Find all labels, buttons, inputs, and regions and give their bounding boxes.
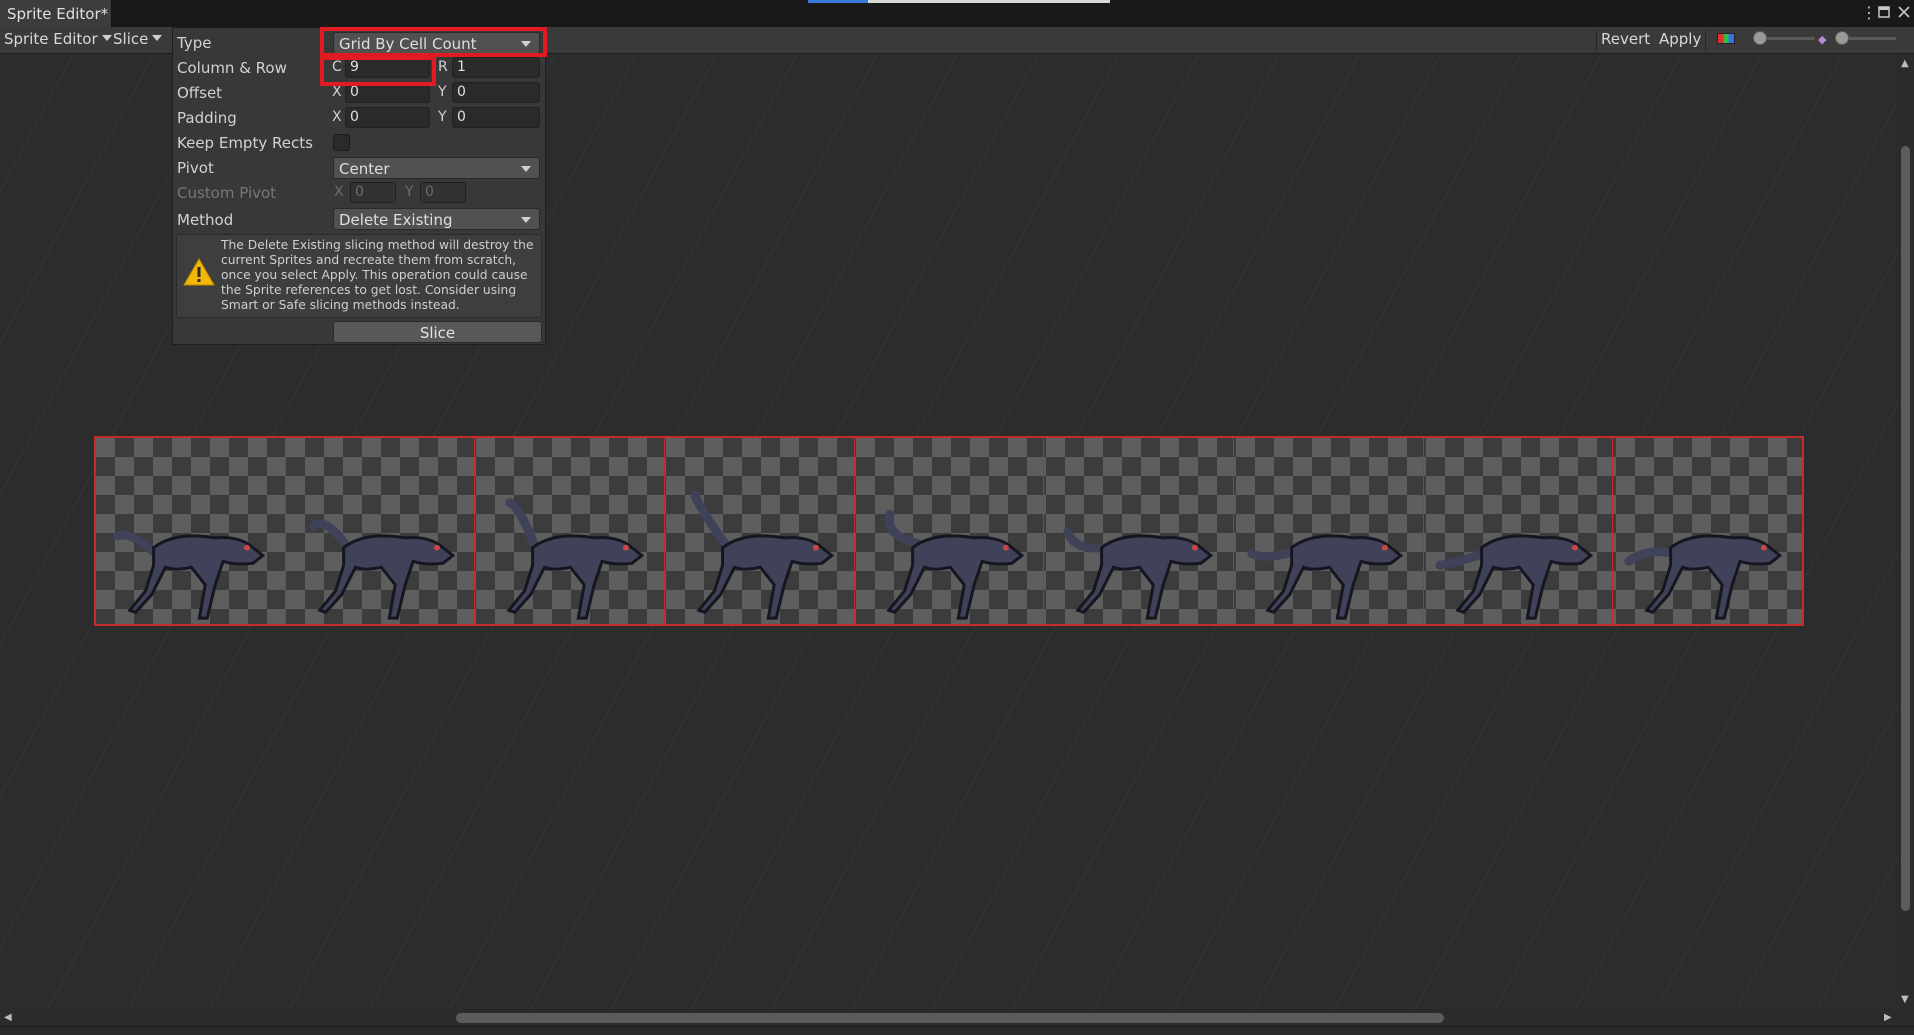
sprite-slice-1[interactable] <box>96 438 286 624</box>
padding-y-field[interactable]: 0 <box>452 107 540 128</box>
tab-sprite-editor[interactable]: Sprite Editor* <box>0 0 112 27</box>
method-label: Method <box>177 211 234 229</box>
chevron-down-icon <box>152 35 163 41</box>
chevron-down-icon <box>521 217 531 223</box>
scroll-down-icon[interactable]: ▼ <box>1901 994 1909 1005</box>
scroll-right-icon[interactable]: ▶ <box>1884 1012 1892 1023</box>
custom-pivot-y-axis-label: Y <box>405 184 414 200</box>
sprite-sheet[interactable] <box>94 436 1804 626</box>
method-row: Method Delete Existing <box>173 208 547 232</box>
pivot-row: Pivot Center <box>173 156 547 180</box>
chevron-down-icon <box>101 35 112 41</box>
wolf-sprite-icon <box>309 519 455 620</box>
scroll-left-icon[interactable]: ◀ <box>4 1012 12 1023</box>
custom-pivot-x-field: 0 <box>350 182 396 203</box>
custom-pivot-y-field: 0 <box>420 182 466 203</box>
toolbar-divider <box>1705 31 1706 50</box>
column-row-label: Column & Row <box>177 59 287 77</box>
pivot-dropdown[interactable]: Center <box>333 157 540 179</box>
row-axis-label: R <box>438 59 448 75</box>
padding-y-axis-label: Y <box>438 109 447 125</box>
vertical-scroll-thumb[interactable] <box>1901 146 1910 911</box>
title-bar: Sprite Editor* ⋮ <box>0 0 1914 27</box>
offset-label: Offset <box>177 84 223 102</box>
tab-indicator <box>868 0 1110 3</box>
editor-mode-label: Sprite Editor <box>4 30 98 48</box>
warning-helpbox: The Delete Existing slicing method will … <box>176 234 542 318</box>
highlight-type-dropdown <box>320 27 547 57</box>
custom-pivot-x-axis-label: X <box>334 184 344 200</box>
padding-x-axis-label: X <box>332 109 342 125</box>
sprite-slice-3[interactable] <box>475 438 666 624</box>
sprite-slice-9[interactable] <box>1613 438 1802 624</box>
wolf-sprite-icon <box>1624 534 1783 620</box>
sprite-slice-7[interactable] <box>1234 438 1424 624</box>
scroll-up-icon[interactable]: ▲ <box>1901 58 1909 69</box>
wolf-sprite-icon <box>1063 527 1214 620</box>
warning-icon <box>183 257 215 286</box>
horizontal-scrollbar[interactable]: ◀ ▶ <box>0 1009 1914 1026</box>
tab-indicator-active <box>808 0 868 3</box>
editor-mode-dropdown[interactable]: Sprite Editor <box>4 30 112 48</box>
sprite-slice-8[interactable] <box>1424 438 1614 624</box>
wolf-sprite-icon <box>505 498 645 620</box>
chevron-down-icon <box>521 166 531 172</box>
type-label: Type <box>177 34 212 52</box>
slice-menu-button[interactable]: Slice <box>113 30 163 48</box>
offset-x-axis-label: X <box>332 84 342 100</box>
color-channel-icon[interactable] <box>1717 33 1735 44</box>
mip-level-icon: ◆ <box>1818 33 1827 46</box>
offset-y-field[interactable]: 0 <box>452 82 540 103</box>
apply-button[interactable]: Apply <box>1659 30 1701 48</box>
wolf-sprite-icon <box>1435 534 1593 620</box>
sprite-slice-6[interactable] <box>1044 438 1235 624</box>
toolbar-divider <box>1596 31 1597 50</box>
wolf-sprite-icon <box>1247 534 1404 620</box>
wolf-sprite-icon <box>690 490 835 620</box>
close-icon[interactable] <box>1898 3 1910 22</box>
wolf-sprite-icon <box>113 530 266 620</box>
zoom-slider-handle[interactable] <box>1753 31 1767 45</box>
bottom-strip <box>0 1026 1914 1035</box>
wolf-sprite-icon <box>884 509 1024 620</box>
revert-button[interactable]: Revert <box>1601 30 1650 48</box>
sprite-slice-4[interactable] <box>665 438 855 624</box>
row-count-field[interactable]: 1 <box>452 57 540 78</box>
padding-x-field[interactable]: 0 <box>345 107 430 128</box>
padding-label: Padding <box>177 109 237 127</box>
keep-empty-rects-checkbox[interactable] <box>333 134 350 151</box>
custom-pivot-label: Custom Pivot <box>177 184 277 202</box>
pivot-value: Center <box>339 160 390 178</box>
warning-text: The Delete Existing slicing method will … <box>221 238 534 312</box>
custom-pivot-row: Custom Pivot X 0 Y 0 <box>173 181 547 205</box>
sprite-slice-5[interactable] <box>855 438 1045 624</box>
kebab-menu-icon[interactable]: ⋮ <box>1861 3 1877 22</box>
offset-y-axis-label: Y <box>438 84 447 100</box>
keep-empty-rects-row: Keep Empty Rects <box>173 131 547 155</box>
keep-empty-rects-label: Keep Empty Rects <box>177 134 313 152</box>
vertical-scrollbar[interactable]: ▲ ▼ <box>1897 54 1914 1009</box>
mip-slider-handle[interactable] <box>1835 31 1849 45</box>
method-value: Delete Existing <box>339 211 453 229</box>
pivot-label: Pivot <box>177 159 214 177</box>
horizontal-scroll-thumb[interactable] <box>456 1013 1444 1023</box>
maximize-icon[interactable] <box>1878 3 1890 22</box>
method-dropdown[interactable]: Delete Existing <box>333 208 540 230</box>
highlight-column-field <box>320 56 436 86</box>
padding-row: Padding X 0 Y 0 <box>173 106 547 130</box>
slice-menu-label: Slice <box>113 30 149 48</box>
slice-button[interactable]: Slice <box>333 321 542 343</box>
sprite-slice-2[interactable] <box>286 438 476 624</box>
